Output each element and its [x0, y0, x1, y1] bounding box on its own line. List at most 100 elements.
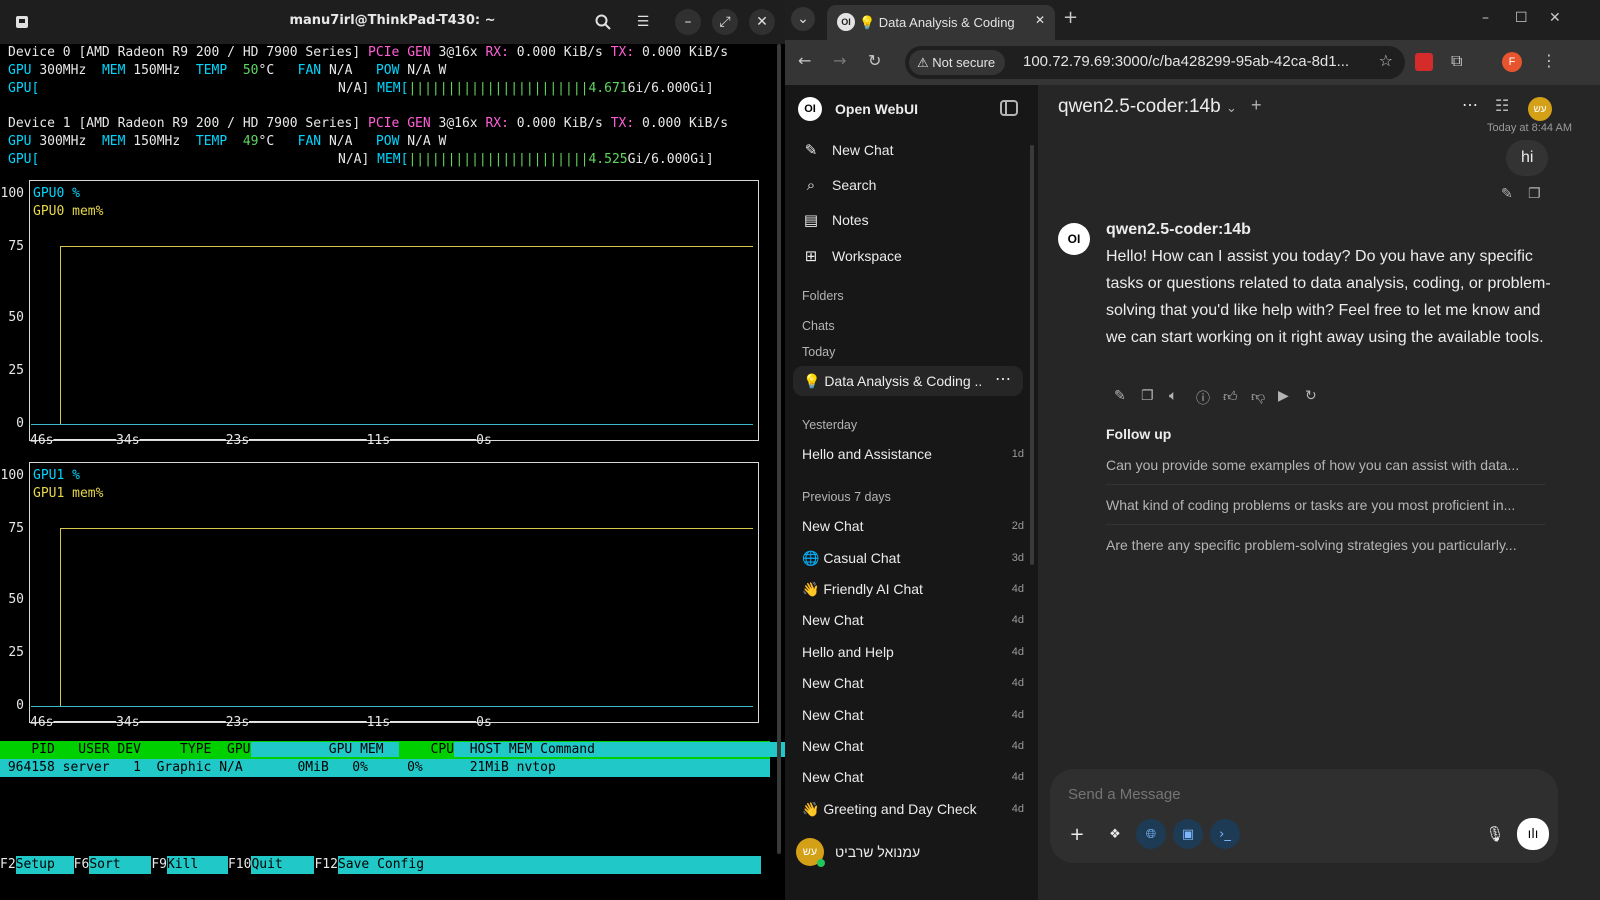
window-minimize-icon[interactable]: – — [1482, 10, 1489, 26]
terminal-window[interactable]: manu7irl@ThinkPad-T430: ~ ☰ – ⤢ ✕ Device… — [0, 0, 785, 900]
regenerate-icon[interactable]: ↻ — [1305, 388, 1317, 404]
chat-item[interactable]: New Chat 4d — [802, 707, 1024, 723]
maximize-icon[interactable]: ⤢ — [712, 9, 738, 35]
device-1-mem-bar: N/A] MEM[|||||||||||||||||||||||4.525Gi/… — [338, 152, 714, 167]
user-avatar[interactable]: עש — [1528, 97, 1552, 121]
chat-item[interactable]: Hello and Assistance 1d — [802, 446, 1024, 462]
follow-up-suggestion[interactable]: What kind of coding problems or tasks ar… — [1106, 497, 1556, 513]
device-1-line-2: GPU 300MHz MEM 150MHz TEMP 49°C FAN N/A … — [8, 134, 447, 149]
x-axis: 46s────────34s───────────23s────────────… — [30, 433, 492, 448]
minimize-icon[interactable]: – — [675, 9, 701, 35]
chat-item[interactable]: Hello and Help 4d — [802, 644, 1024, 660]
chat-item[interactable]: 👋 Friendly AI Chat 4d — [802, 581, 1024, 598]
tab-close-icon[interactable]: ✕ — [1035, 13, 1045, 27]
mem-percent-rise — [60, 528, 61, 706]
close-icon[interactable]: ✕ — [749, 9, 775, 35]
sidebar-item-notes[interactable]: ▤ Notes — [802, 211, 869, 229]
tab-title: 💡 Data Analysis & Coding — [859, 15, 1015, 30]
chat-item[interactable]: New Chat 4d — [802, 612, 1024, 628]
forward-icon[interactable]: → — [833, 51, 846, 70]
continue-icon[interactable]: ▶ — [1278, 388, 1289, 404]
fkey-save-config[interactable]: F12Save Config — [314, 856, 761, 874]
follow-up-suggestion[interactable]: Are there any specific problem-solving s… — [1106, 537, 1556, 553]
device-0-mem-bar: N/A] MEM[|||||||||||||||||||||||4.6716i/… — [338, 81, 714, 96]
sidebar-item-workspace[interactable]: ⊞ Workspace — [802, 247, 902, 265]
user-footer[interactable]: עש עמנואל שרביט — [785, 825, 1038, 900]
chat-item[interactable]: 👋 Greeting and Day Check 4d — [802, 801, 1024, 818]
info-icon[interactable]: ⓘ — [1196, 388, 1210, 408]
chat-item[interactable]: New Chat 4d — [802, 769, 1024, 785]
chat-item[interactable]: New Chat 4d — [802, 675, 1024, 691]
copy-icon[interactable]: ❐ — [1141, 388, 1154, 404]
divider — [1106, 484, 1546, 485]
browser-menu-icon[interactable]: ⋮ — [1541, 51, 1557, 70]
notes-icon: ▤ — [803, 211, 819, 229]
address-bar[interactable]: ⚠ Not secure 100.72.79.69:3000/c/ba42829… — [905, 46, 1405, 79]
search-icon[interactable] — [590, 9, 616, 35]
not-secure-badge[interactable]: ⚠ Not secure — [909, 50, 1006, 75]
y-tick: 75 — [8, 239, 24, 254]
edit-message-icon[interactable]: ✎ — [1501, 186, 1513, 202]
edit-icon[interactable]: ✎ — [1114, 388, 1126, 404]
profile-avatar[interactable]: F — [1502, 52, 1522, 72]
fkey-sort[interactable]: F6Sort — [74, 856, 152, 874]
workspace-icon: ⊞ — [804, 247, 818, 265]
extensions-icon[interactable]: ⧉ — [1451, 51, 1462, 71]
favicon-icon: OI — [837, 13, 855, 31]
window-maximize-icon[interactable]: ☐ — [1515, 10, 1528, 26]
chat-item[interactable]: New Chat 2d — [802, 518, 1024, 534]
more-options-icon[interactable]: ⋯ — [995, 369, 1011, 389]
integrations-icon[interactable]: ❖ — [1100, 819, 1130, 849]
edit-icon: ✎ — [804, 141, 818, 159]
chat-item-active[interactable]: 💡 Data Analysis & Coding ... ⋯ — [793, 366, 1023, 396]
extension-pdf-icon[interactable] — [1415, 53, 1433, 71]
read-aloud-icon[interactable]: 🔈︎ — [1169, 388, 1177, 404]
group-previous-7-days: Previous 7 days — [802, 490, 891, 504]
menu-icon[interactable]: ☰ — [630, 9, 656, 35]
add-model-icon[interactable]: + — [1251, 95, 1262, 116]
tab-active[interactable]: OI 💡 Data Analysis & Coding ✕ — [827, 5, 1055, 40]
process-row[interactable]: 964158 server 1 Graphic N/A 0MiB 0% 0% 2… — [0, 759, 770, 777]
chats-header[interactable]: Chats — [802, 319, 835, 333]
thumbs-down-icon[interactable]: 👎︎ — [1251, 388, 1265, 405]
model-selector[interactable]: qwen2.5-coder:14b ⌄ — [1058, 96, 1237, 118]
back-icon[interactable]: ← — [798, 51, 811, 70]
message-input[interactable] — [1068, 781, 1538, 807]
terminal-scrollbar[interactable] — [777, 44, 781, 854]
sidebar-item-new-chat[interactable]: ✎ New Chat — [802, 141, 894, 159]
voice-mode-icon[interactable]: ılı — [1517, 818, 1549, 850]
code-interpreter-icon[interactable]: ›_ — [1210, 819, 1240, 849]
browser-window[interactable]: ⌄ OI 💡 Data Analysis & Coding ✕ + – ☐ ✕ … — [785, 0, 1600, 900]
follow-up-suggestion[interactable]: Can you provide some examples of how you… — [1106, 457, 1556, 473]
sidebar-toggle-icon[interactable] — [1000, 100, 1018, 116]
thumbs-up-icon[interactable]: 👍︎ — [1223, 388, 1238, 405]
chat-more-icon[interactable]: ⋯ — [1462, 95, 1478, 115]
fkey-quit[interactable]: F10Quit — [228, 856, 315, 874]
image-generation-icon[interactable]: ▣ — [1173, 819, 1203, 849]
reload-icon[interactable]: ↻ — [868, 51, 881, 70]
app-logo: OI — [798, 97, 822, 121]
bookmark-star-icon[interactable]: ☆ — [1379, 51, 1393, 70]
microphone-icon[interactable]: 🎙︎ — [1480, 819, 1510, 849]
chat-item[interactable]: 🌐 Casual Chat 3d — [802, 550, 1024, 567]
device-0-line-3: GPU[ — [8, 81, 40, 96]
add-attachment-icon[interactable]: + — [1062, 819, 1092, 849]
window-close-icon[interactable]: ✕ — [1549, 10, 1561, 26]
tab-search-icon[interactable]: ⌄ — [791, 7, 815, 31]
web-search-icon[interactable]: 🌐︎ — [1136, 819, 1166, 849]
sidebar-scrollbar[interactable] — [1030, 145, 1034, 565]
url-text[interactable]: 100.72.79.69:3000/c/ba428299-95ab-42ca-8… — [1023, 53, 1349, 70]
tab-bar: ⌄ OI 💡 Data Analysis & Coding ✕ + – ☐ ✕ — [785, 0, 1600, 40]
new-tab-icon[interactable]: + — [1063, 7, 1078, 28]
sidebar-item-search[interactable]: ⌕ Search — [802, 176, 877, 194]
chat-item[interactable]: New Chat 4d — [802, 738, 1024, 754]
controls-icon[interactable]: ☷ — [1495, 96, 1509, 115]
fkey-setup[interactable]: F2Setup — [0, 856, 74, 874]
legend-gpu-util: GPU1 % — [33, 468, 80, 483]
copy-icon[interactable]: ❐ — [1528, 186, 1541, 202]
legend-gpu-mem: GPU0 mem% — [33, 204, 104, 219]
terminal-titlebar: manu7irl@ThinkPad-T430: ~ ☰ – ⤢ ✕ — [0, 0, 785, 44]
chat-title: 💡 Data Analysis & Coding ... — [803, 373, 983, 389]
fkey-kill[interactable]: F9Kill — [151, 856, 228, 874]
folders-header[interactable]: Folders — [802, 289, 844, 303]
